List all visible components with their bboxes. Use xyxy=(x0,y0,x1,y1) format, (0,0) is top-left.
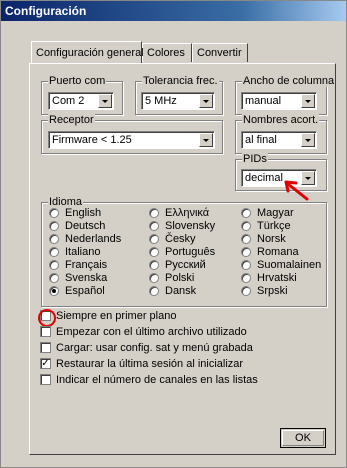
language-radio[interactable] xyxy=(149,286,159,296)
language-radio[interactable] xyxy=(241,221,251,231)
language-label: Italiano xyxy=(65,246,101,258)
ancho-dropdown-button[interactable] xyxy=(301,94,315,108)
language-radio[interactable] xyxy=(49,286,59,296)
general-options: Siempre en primer plano Empezar con el úl… xyxy=(38,309,330,389)
pids-label: PIDs xyxy=(242,153,268,165)
configuration-window: Configuración Configuración general Colo… xyxy=(0,0,347,468)
language-label: Romana xyxy=(257,246,299,258)
language-radio[interactable] xyxy=(241,286,251,296)
nombres-dropdown-button[interactable] xyxy=(301,133,315,147)
tolerancia-dropdown-button[interactable] xyxy=(199,94,213,108)
language-radio[interactable] xyxy=(49,260,59,270)
language-radio[interactable] xyxy=(149,273,159,283)
option-checkbox[interactable]: ✓ xyxy=(40,358,51,369)
language-label: Français xyxy=(65,259,108,271)
language-label: Magyar xyxy=(257,207,294,219)
language-label: Русский xyxy=(165,259,206,271)
puerto-value: Com 2 xyxy=(52,95,85,107)
option-label: Siempre en primer plano xyxy=(56,310,177,322)
language-label: Slovensky xyxy=(165,220,216,232)
option-checkbox[interactable] xyxy=(40,326,51,337)
language-label: Česky xyxy=(165,233,196,245)
ok-button[interactable]: OK xyxy=(280,428,326,448)
chevron-down-icon xyxy=(305,138,311,142)
language-radio[interactable] xyxy=(149,260,159,270)
language-radio[interactable] xyxy=(49,234,59,244)
option-checkbox[interactable] xyxy=(40,374,51,385)
language-radio[interactable] xyxy=(149,234,159,244)
language-label: Nederlands xyxy=(65,233,122,245)
language-radio[interactable] xyxy=(241,260,251,270)
language-label: Srpski xyxy=(257,285,288,297)
language-label: Deutsch xyxy=(65,220,106,232)
receptor-select[interactable]: Firmware < 1.25 xyxy=(48,131,215,149)
language-radio[interactable] xyxy=(149,247,159,257)
language-radio[interactable] xyxy=(49,273,59,283)
language-radio[interactable] xyxy=(49,208,59,218)
language-radio[interactable] xyxy=(241,234,251,244)
language-label: Svenska xyxy=(65,272,108,284)
language-radio[interactable] xyxy=(49,247,59,257)
puerto-select[interactable]: Com 2 xyxy=(48,92,114,110)
nombres-label: Nombres acort. xyxy=(242,114,320,126)
language-radio[interactable] xyxy=(149,208,159,218)
option-checkbox[interactable] xyxy=(38,309,56,327)
language-label: English xyxy=(65,207,102,219)
option-label: Restaurar la última sesión al inicializa… xyxy=(56,358,244,370)
receptor-dropdown-button[interactable] xyxy=(199,133,213,147)
ok-button-label: OK xyxy=(295,432,311,444)
tolerancia-label: Tolerancia frec. xyxy=(142,75,219,87)
language-radio[interactable] xyxy=(149,221,159,231)
language-options: English Deutsch Nederlands Italiano Français… xyxy=(49,207,323,305)
chevron-down-icon xyxy=(203,99,209,103)
ancho-value: manual xyxy=(245,95,282,107)
language-label: Suomalainen xyxy=(257,259,322,271)
language-label: Español xyxy=(65,285,105,297)
language-label: Português xyxy=(165,246,216,258)
tolerancia-select[interactable]: 5 MHz xyxy=(141,92,215,110)
language-label: Dansk xyxy=(165,285,197,297)
puerto-label: Puerto com xyxy=(48,75,107,87)
puerto-dropdown-button[interactable] xyxy=(98,94,112,108)
option-label: Cargar: usar config. sat y menú grabada xyxy=(56,342,253,354)
ancho-label: Ancho de columna xyxy=(242,75,336,87)
receptor-value: Firmware < 1.25 xyxy=(52,134,132,146)
language-label: Hrvatski xyxy=(257,272,297,284)
window-title: Configuración xyxy=(1,1,346,21)
language-radio[interactable] xyxy=(241,273,251,283)
receptor-label: Receptor xyxy=(48,114,95,126)
nombres-select[interactable]: al final xyxy=(241,131,317,149)
language-label: Ελληνικά xyxy=(165,207,210,219)
tolerancia-value: 5 MHz xyxy=(145,95,177,107)
chevron-down-icon xyxy=(305,99,311,103)
annotation-circle-icon xyxy=(38,309,56,327)
option-checkbox[interactable] xyxy=(40,342,51,353)
tab-convertir[interactable]: Convertir xyxy=(192,43,248,62)
annotation-arrow-icon xyxy=(284,180,309,201)
language-label: Norsk xyxy=(257,233,286,245)
language-radio[interactable] xyxy=(241,208,251,218)
nombres-value: al final xyxy=(245,134,277,146)
language-radio[interactable] xyxy=(49,221,59,231)
tab-colores[interactable]: Colores xyxy=(142,43,192,62)
option-label: Indicar el número de canales en las list… xyxy=(56,374,258,386)
ancho-select[interactable]: manual xyxy=(241,92,317,110)
chevron-down-icon xyxy=(102,99,108,103)
language-label: Polski xyxy=(165,272,195,284)
pids-value: decimal xyxy=(245,172,283,184)
option-label: Empezar con el último archivo utilizado xyxy=(56,326,247,338)
language-label: Türkçe xyxy=(257,220,291,232)
tab-general[interactable]: Configuración general xyxy=(31,41,144,63)
language-radio[interactable] xyxy=(241,247,251,257)
chevron-down-icon xyxy=(203,138,209,142)
